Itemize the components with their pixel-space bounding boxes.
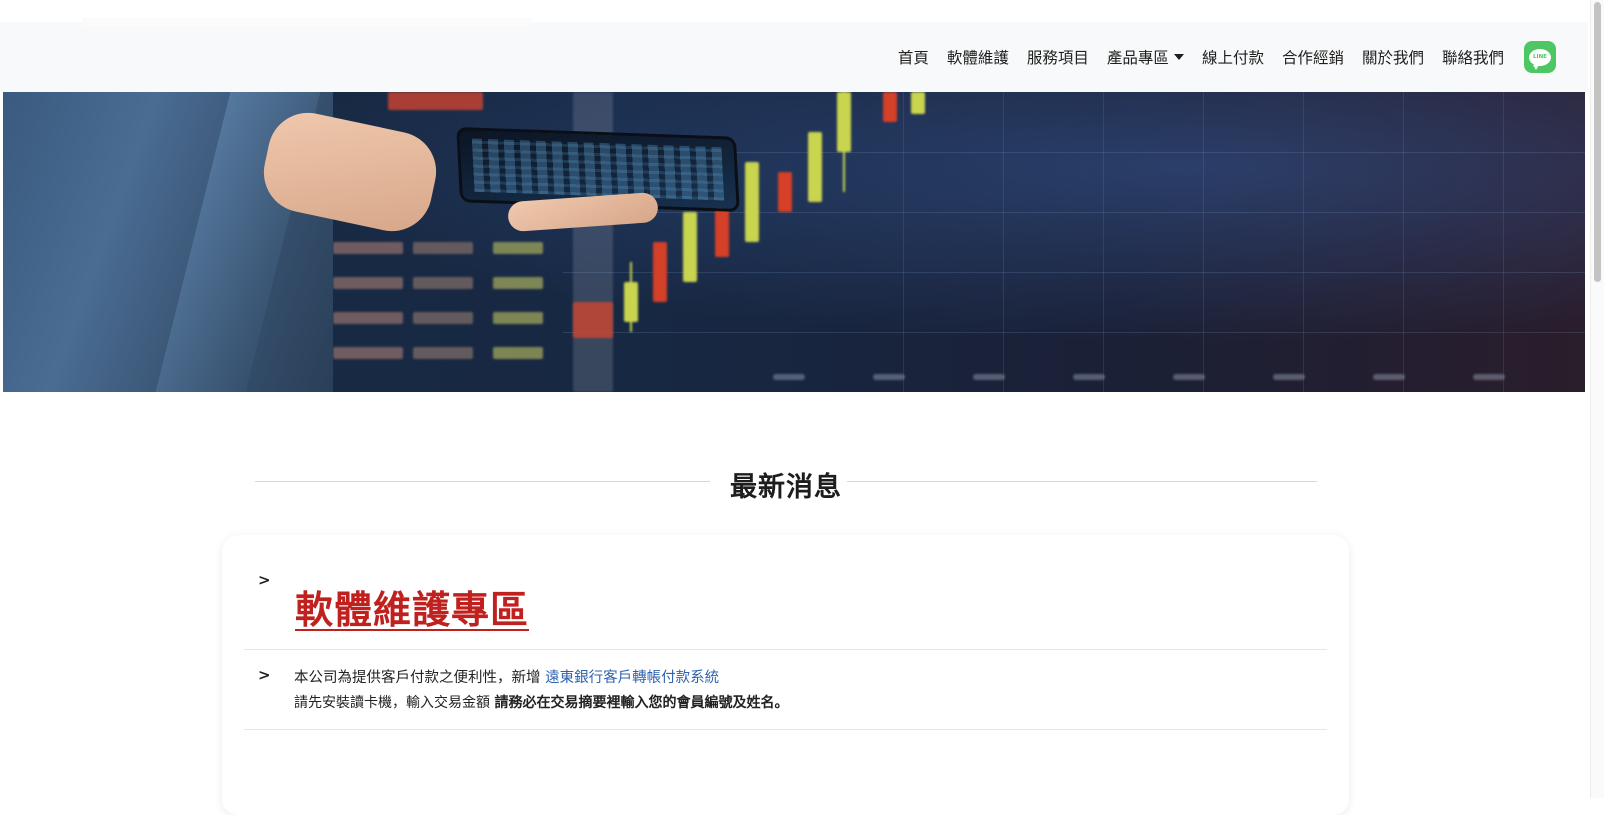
news-instruction-text: 請先安裝讀卡機，輸入交易金額 — [294, 695, 495, 711]
ticker-blur — [413, 347, 473, 359]
ticker-blur — [333, 277, 403, 289]
banner-grid-line — [1103, 92, 1104, 392]
title-marker: > — [258, 571, 271, 589]
news-item-marker: > — [258, 666, 271, 684]
section-title: 最新消息 — [255, 465, 1317, 504]
nav-item-products-label: 產品專區 — [1106, 49, 1169, 67]
axis-label-blur — [1173, 374, 1205, 380]
banner-grid-line — [1203, 92, 1204, 392]
far-eastern-bank-payment-link[interactable]: 遠東銀行客戶轉帳付款系統 — [545, 670, 719, 686]
axis-label-blur — [873, 374, 905, 380]
nav-item-contact[interactable]: 聯絡我們 — [1442, 46, 1504, 68]
caret-down-icon — [1173, 54, 1184, 60]
ticker-blur — [413, 242, 473, 254]
ticker-blur — [388, 92, 483, 110]
candlestick — [745, 162, 759, 242]
ticker-blur — [493, 347, 543, 359]
candlestick — [808, 132, 822, 202]
nav-item-home[interactable]: 首頁 — [898, 46, 929, 68]
page-scrollbar[interactable] — [1590, 0, 1604, 798]
banner-grid-line — [1003, 92, 1004, 392]
news-item-text: 本公司為提供客戶付款之便利性，新增 遠東銀行客戶轉帳付款系統 — [294, 666, 719, 687]
ticker-blur — [413, 277, 473, 289]
banner-grid-line — [1303, 92, 1304, 392]
ticker-blur — [493, 312, 543, 324]
candlestick — [837, 92, 851, 152]
banner-grid-line — [1503, 92, 1504, 392]
software-maintenance-link[interactable]: 軟體維護專區 — [295, 579, 529, 634]
ticker-blur — [333, 242, 403, 254]
ticker-blur — [413, 312, 473, 324]
line-chat-icon: LINE — [1529, 48, 1551, 70]
nav-item-products-dropdown[interactable]: 產品專區 — [1107, 46, 1184, 68]
hero-banner — [3, 92, 1585, 392]
banner-grid-line — [1403, 92, 1404, 392]
axis-label-blur — [1373, 374, 1405, 380]
axis-label-blur — [773, 374, 805, 380]
main-nav: 首頁 軟體維護 服務項目 產品專區 線上付款 合作經銷 關於我們 聯絡我們 LI… — [880, 22, 1556, 92]
tablet-screen — [471, 138, 725, 201]
nav-item-software-maintenance[interactable]: 軟體維護 — [947, 46, 1009, 68]
banner-grid-line — [563, 332, 1585, 333]
scrollbar-thumb[interactable] — [1594, 2, 1601, 282]
candlestick — [653, 242, 667, 302]
axis-label-blur — [1473, 374, 1505, 380]
candlestick — [624, 282, 638, 322]
banner-grid-line — [903, 92, 904, 392]
section-title-text: 最新消息 — [726, 472, 846, 503]
ticker-blur — [493, 242, 543, 254]
axis-label-blur — [973, 374, 1005, 380]
divider — [244, 729, 1327, 730]
top-navbar: 首頁 軟體維護 服務項目 產品專區 線上付款 合作經銷 關於我們 聯絡我們 LI… — [0, 18, 1588, 92]
ticker-blur — [333, 312, 403, 324]
candlestick — [911, 92, 925, 114]
news-item-instructions: 請先安裝讀卡機，輸入交易金額 請務必在交易摘要裡輸入您的會員編號及姓名。 — [294, 692, 788, 712]
line-icon-text: LINE — [1533, 54, 1547, 60]
nav-item-services[interactable]: 服務項目 — [1027, 46, 1089, 68]
nav-item-online-payment[interactable]: 線上付款 — [1202, 46, 1264, 68]
ticker-blur — [333, 347, 403, 359]
axis-label-blur — [1273, 374, 1305, 380]
candlestick — [683, 212, 697, 282]
nav-item-partners[interactable]: 合作經銷 — [1282, 46, 1344, 68]
banner-grid-line — [563, 272, 1585, 273]
news-item-prefix: 本公司為提供客戶付款之便利性，新增 — [294, 670, 546, 686]
news-section-header: 最新消息 — [255, 465, 1317, 503]
logo-area[interactable] — [82, 18, 532, 26]
candlestick — [778, 172, 792, 212]
candlestick — [883, 92, 897, 122]
line-app-button[interactable]: LINE — [1524, 41, 1556, 73]
divider — [244, 649, 1327, 650]
nav-item-about[interactable]: 關於我們 — [1362, 46, 1424, 68]
news-card: > 軟體維護專區 > 本公司為提供客戶付款之便利性，新增 遠東銀行客戶轉帳付款系… — [222, 535, 1349, 815]
ticker-blur — [573, 302, 613, 338]
ticker-blur — [493, 277, 543, 289]
axis-label-blur — [1073, 374, 1105, 380]
news-instruction-emphasis: 請務必在交易摘要裡輸入您的會員編號及姓名。 — [494, 695, 789, 711]
